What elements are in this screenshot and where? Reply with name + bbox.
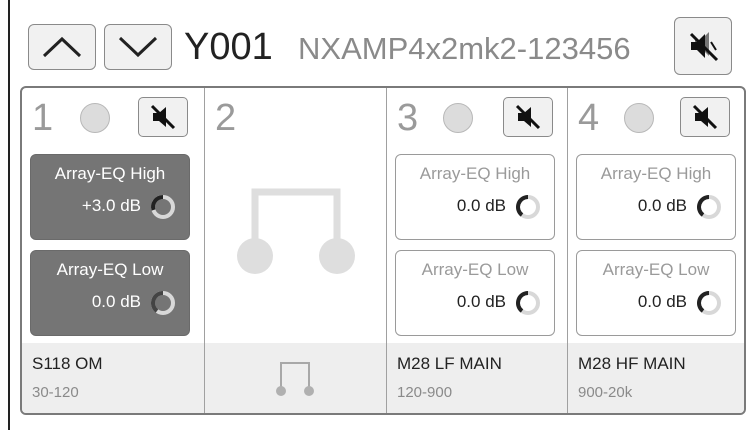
knob-ring-icon (516, 195, 540, 219)
channel-2: 2 (205, 88, 386, 413)
channel-4: 4 Array-EQ High 0.0 dB Array-EQ Low 0.0 … (568, 88, 744, 413)
eq-value: +3.0 dB (81, 196, 141, 215)
bridge-link-icon (237, 188, 355, 274)
chevron-down-icon (118, 36, 158, 58)
channel-mute-button[interactable] (503, 97, 553, 137)
nav-up-button[interactable] (28, 24, 96, 70)
eq-low-control[interactable]: Array-EQ Low 0.0 dB (576, 250, 736, 336)
eq-label: Array-EQ Low (56, 260, 164, 279)
speaker-info[interactable]: S118 OM 30-120 (22, 343, 204, 413)
channel-1: 1 Array-EQ High +3.0 dB Array-EQ Low 0.0… (22, 88, 204, 413)
eq-low-control[interactable]: Array-EQ Low 0.0 dB (395, 250, 555, 336)
eq-value: 0.0 dB (637, 196, 687, 215)
eq-label: Array-EQ High (600, 164, 712, 183)
channel-number: 3 (397, 97, 419, 139)
channel-mute-button[interactable] (680, 97, 730, 137)
bridge-link-small-icon (276, 362, 314, 396)
eq-value: 0.0 dB (637, 292, 687, 311)
speaker-mute-all-icon (689, 32, 719, 62)
knob-ring-icon (697, 291, 721, 315)
speaker-name: S118 OM (32, 354, 103, 373)
speaker-info[interactable]: M28 LF MAIN 120-900 (387, 343, 567, 413)
speaker-mute-icon (692, 104, 718, 130)
channel-number: 2 (215, 97, 237, 139)
speaker-mute-icon (150, 104, 176, 130)
device-id: Y001 (184, 26, 273, 68)
signal-led (624, 103, 654, 133)
channel-number: 1 (32, 97, 54, 139)
signal-led (80, 103, 110, 133)
eq-label: Array-EQ Low (421, 260, 529, 279)
speaker-mute-icon (515, 104, 541, 130)
chevron-up-icon (42, 36, 82, 58)
channel-3: 3 Array-EQ High 0.0 dB Array-EQ Low 0.0 … (387, 88, 567, 413)
nav-down-button[interactable] (104, 24, 172, 70)
knob-ring-icon (697, 195, 721, 219)
frequency-range: 900-20k (578, 384, 633, 401)
channel-panel: 1 Array-EQ High +3.0 dB Array-EQ Low 0.0… (20, 86, 746, 415)
frequency-range: 120-900 (397, 384, 453, 401)
eq-value: 0.0 dB (456, 196, 506, 215)
eq-low-control[interactable]: Array-EQ Low 0.0 dB (30, 250, 190, 336)
eq-label: Array-EQ High (419, 164, 531, 183)
window-edge (8, 0, 10, 430)
device-name: NXAMP4x2mk2-123456 (298, 31, 631, 66)
eq-value: 0.0 dB (91, 292, 141, 311)
eq-value: 0.0 dB (456, 292, 506, 311)
eq-high-control[interactable]: Array-EQ High 0.0 dB (395, 154, 555, 240)
mute-all-button[interactable] (674, 17, 732, 75)
channel-number: 4 (578, 97, 600, 139)
frequency-range: 30-120 (32, 384, 79, 401)
knob-ring-icon (151, 195, 175, 219)
speaker-info[interactable]: M28 HF MAIN 900-20k (568, 343, 744, 413)
speaker-info (205, 343, 386, 413)
knob-ring-icon (516, 291, 540, 315)
signal-led (443, 103, 473, 133)
eq-high-control[interactable]: Array-EQ High +3.0 dB (30, 154, 190, 240)
eq-label: Array-EQ High (54, 164, 166, 183)
speaker-name: M28 LF MAIN (397, 354, 502, 373)
knob-ring-icon (151, 291, 175, 315)
eq-label: Array-EQ Low (602, 260, 710, 279)
eq-high-control[interactable]: Array-EQ High 0.0 dB (576, 154, 736, 240)
speaker-name: M28 HF MAIN (578, 354, 686, 373)
channel-mute-button[interactable] (138, 97, 188, 137)
